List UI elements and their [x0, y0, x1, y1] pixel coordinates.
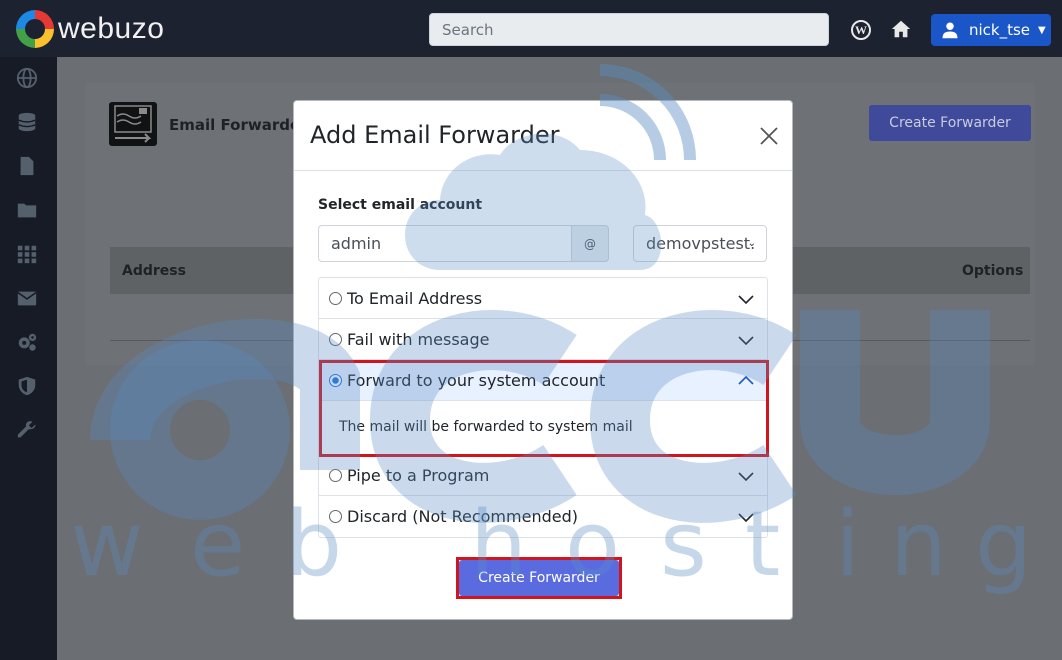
logo-mark-icon [16, 10, 54, 48]
radio-button[interactable] [329, 332, 342, 346]
option-label: To Email Address [347, 288, 483, 308]
at-addon: @ [571, 225, 609, 262]
radio-button[interactable] [329, 468, 342, 482]
sidebar [0, 57, 57, 660]
database-icon[interactable] [16, 111, 40, 135]
wrench-icon[interactable] [16, 419, 40, 443]
chevron-down-icon [738, 472, 754, 482]
chevron-down-icon: ▼ [1038, 24, 1046, 36]
home-icon[interactable] [890, 18, 912, 40]
option-pipe-program[interactable]: Pipe to a Program [319, 455, 767, 496]
radio-button[interactable] [329, 510, 342, 523]
shield-icon[interactable] [16, 375, 40, 399]
column-options: Options [962, 263, 1024, 279]
local-part-input[interactable]: admin [318, 225, 572, 262]
email-forwarder-icon [109, 102, 157, 146]
modal-header: Add Email Forwarder [294, 101, 792, 171]
wordpress-icon[interactable]: W [851, 20, 871, 40]
modal-title: Add Email Forwarder [310, 121, 560, 149]
option-label: Fail with message [347, 329, 490, 349]
option-to-email[interactable]: To Email Address [319, 278, 767, 319]
radio-button[interactable] [329, 291, 342, 305]
user-icon [942, 22, 958, 39]
chevron-down-icon [738, 513, 754, 523]
user-name: nick_tse [969, 21, 1031, 39]
globe-icon[interactable] [16, 67, 40, 91]
create-forwarder-button-bg[interactable]: Create Forwarder [869, 105, 1031, 141]
option-label: Discard (Not Recommended) [347, 507, 578, 526]
chevron-down-icon [738, 295, 754, 305]
svg-text:w: w [70, 492, 144, 597]
search-input[interactable] [429, 13, 829, 46]
option-discard[interactable]: Discard (Not Recommended) [319, 496, 767, 537]
domain-select[interactable]: demovpstest. ⌄ [633, 225, 767, 262]
svg-text:i: i [835, 492, 860, 597]
apps-icon[interactable] [16, 243, 40, 267]
folder-icon[interactable] [16, 199, 40, 223]
svg-text:g: g [975, 492, 1032, 597]
gears-icon[interactable] [16, 331, 40, 355]
option-label: Pipe to a Program [347, 465, 490, 485]
close-icon[interactable] [758, 125, 780, 147]
highlight-box [319, 360, 769, 457]
svg-text:e: e [190, 492, 245, 597]
mail-icon[interactable] [16, 287, 40, 311]
file-icon[interactable] [16, 155, 40, 179]
chevron-down-icon: ⌄ [747, 238, 756, 249]
user-menu-button[interactable]: nick_tse ▼ [931, 14, 1051, 46]
page-title: Email Forwarde [169, 116, 301, 134]
webuzo-logo[interactable]: webuzo [16, 10, 164, 48]
domain-value: demovpstest. [646, 234, 756, 253]
create-forwarder-button[interactable]: Create Forwarder [459, 560, 619, 596]
logo-text: webuzo [58, 12, 165, 45]
column-address: Address [122, 263, 186, 279]
chevron-down-icon [738, 336, 754, 346]
svg-text:n: n [890, 492, 947, 597]
option-fail-message[interactable]: Fail with message [319, 319, 767, 360]
email-account-label: Select email account [318, 197, 483, 213]
top-bar: webuzo W nick_tse ▼ [0, 0, 1062, 57]
